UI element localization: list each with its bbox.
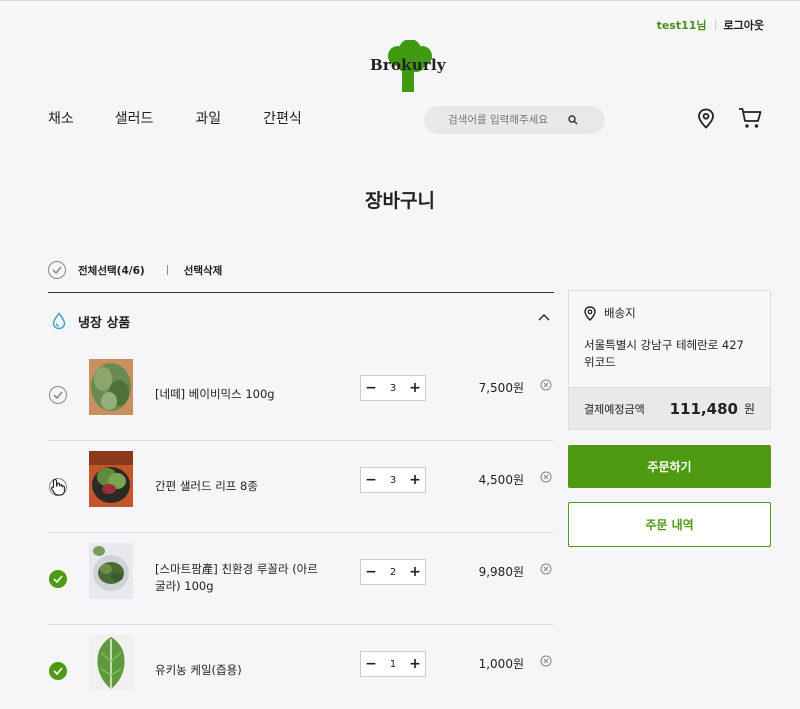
cart-item: 간편 샐러드 리프 8종 − 3 + 4,500원 (48, 441, 554, 533)
check-icon (52, 266, 62, 274)
delivery-box: 배송지 서울특별시 강남구 테헤란로 427 위코드 결제예정금액 111,48… (568, 290, 771, 430)
section-header-refrigerated: 냉장 상품 (48, 293, 554, 349)
location-pin-icon[interactable] (697, 108, 715, 129)
total-label: 결제예정금액 (584, 402, 645, 416)
salad-leaf-image (89, 451, 133, 507)
total-row: 결제예정금액 111,480 원 (569, 387, 770, 429)
delete-selected-button[interactable]: 선택삭제 (184, 263, 223, 278)
page-title: 장바구니 (365, 190, 435, 212)
check-icon (53, 391, 63, 399)
item-checkbox[interactable] (49, 662, 67, 680)
decrease-button[interactable]: − (361, 652, 381, 676)
delivery-header: 배송지 (569, 291, 770, 335)
check-icon (53, 667, 63, 675)
cart-list: 냉장 상품 [네떼] 베이비믹스 100g − 3 + 7,500원 간편 샐러… (48, 292, 554, 709)
cart-item: [스마트팜產] 친환경 루꼴라 (아르굴라) 100g − 2 + 9,980원 (48, 533, 554, 625)
remove-icon[interactable] (540, 655, 552, 667)
order-summary: 배송지 서울특별시 강남구 테헤란로 427 위코드 결제예정금액 111,48… (568, 290, 771, 547)
increase-button[interactable]: + (405, 652, 425, 676)
logout-link[interactable]: 로그아웃 (724, 17, 764, 33)
quantity-stepper: − 3 + (360, 467, 426, 493)
section-label: 냉장 상품 (78, 315, 131, 331)
cart-item: 유키농 케일(즙용) − 1 + 1,000원 (48, 625, 554, 709)
quantity-stepper: − 3 + (360, 375, 426, 401)
delivery-address: 서울특별시 강남구 테헤란로 427 위코드 (584, 338, 744, 369)
delivery-label: 배송지 (604, 306, 636, 320)
hand-cursor-icon (51, 478, 65, 496)
product-name[interactable]: [네떼] 베이비믹스 100g (155, 386, 325, 403)
kale-image (89, 635, 133, 691)
total-amount: 111,480 (669, 399, 738, 418)
product-image[interactable] (89, 451, 133, 507)
increase-button[interactable]: + (405, 376, 425, 400)
water-drop-icon (52, 312, 66, 330)
quantity-stepper: − 1 + (360, 651, 426, 677)
remove-icon[interactable] (540, 379, 552, 391)
check-icon (53, 575, 63, 583)
item-price: 1,000원 (478, 657, 524, 671)
arugula-image (89, 543, 133, 599)
quantity-stepper: − 2 + (360, 559, 426, 585)
location-pin-icon (584, 305, 596, 321)
user-bar-divider (714, 20, 716, 30)
order-button[interactable]: 주문하기 (568, 445, 771, 488)
order-history-button[interactable]: 주문 내역 (568, 502, 771, 547)
product-image[interactable] (89, 635, 133, 691)
nav-item-fruit[interactable]: 과일 (195, 108, 221, 128)
decrease-button[interactable]: − (361, 468, 381, 492)
item-price: 4,500원 (478, 473, 524, 487)
nav-item-convenience-food[interactable]: 간편식 (263, 108, 302, 128)
select-bar-divider (166, 265, 168, 275)
search-icon[interactable] (567, 114, 579, 126)
item-checkbox[interactable] (49, 386, 67, 404)
quantity-value: 3 (389, 382, 397, 394)
logo-text: Brokurly (370, 56, 446, 74)
product-name[interactable]: 유키농 케일(즙용) (155, 662, 325, 679)
nav-item-vegetables[interactable]: 채소 (48, 108, 74, 128)
select-bar: 전체선택(4/6) 선택삭제 (48, 261, 222, 279)
item-price: 7,500원 (478, 381, 524, 395)
nav-item-salad[interactable]: 샐러드 (115, 108, 154, 128)
user-bar: test11님 로그아웃 (657, 17, 764, 33)
remove-icon[interactable] (540, 563, 552, 575)
chevron-up-icon[interactable] (538, 313, 550, 321)
total-unit: 원 (743, 402, 755, 416)
increase-button[interactable]: + (405, 468, 425, 492)
select-all-label[interactable]: 전체선택(4/6) (78, 263, 145, 278)
product-image[interactable] (89, 359, 133, 415)
product-name[interactable]: 간편 샐러드 리프 8종 (155, 478, 325, 495)
select-all-checkbox[interactable] (48, 261, 66, 279)
quantity-value: 3 (389, 474, 397, 486)
cart-icon[interactable] (738, 107, 762, 129)
decrease-button[interactable]: − (361, 560, 381, 584)
search-bar[interactable] (424, 106, 605, 134)
item-checkbox[interactable] (49, 570, 67, 588)
top-border (0, 0, 800, 1)
remove-icon[interactable] (540, 471, 552, 483)
main-nav: 채소 샐러드 과일 간편식 (48, 108, 302, 128)
quantity-value: 2 (389, 566, 397, 578)
baby-mix-greens-image (89, 359, 133, 415)
search-input[interactable] (448, 114, 568, 126)
decrease-button[interactable]: − (361, 376, 381, 400)
increase-button[interactable]: + (405, 560, 425, 584)
product-name[interactable]: [스마트팜產] 친환경 루꼴라 (아르굴라) 100g (155, 561, 325, 595)
username: test11님 (656, 19, 707, 32)
cart-item: [네떼] 베이비믹스 100g − 3 + 7,500원 (48, 349, 554, 441)
product-image[interactable] (89, 543, 133, 599)
quantity-value: 1 (389, 658, 397, 670)
brokurly-logo[interactable]: Brokurly (370, 39, 450, 94)
item-price: 9,980원 (478, 565, 524, 579)
